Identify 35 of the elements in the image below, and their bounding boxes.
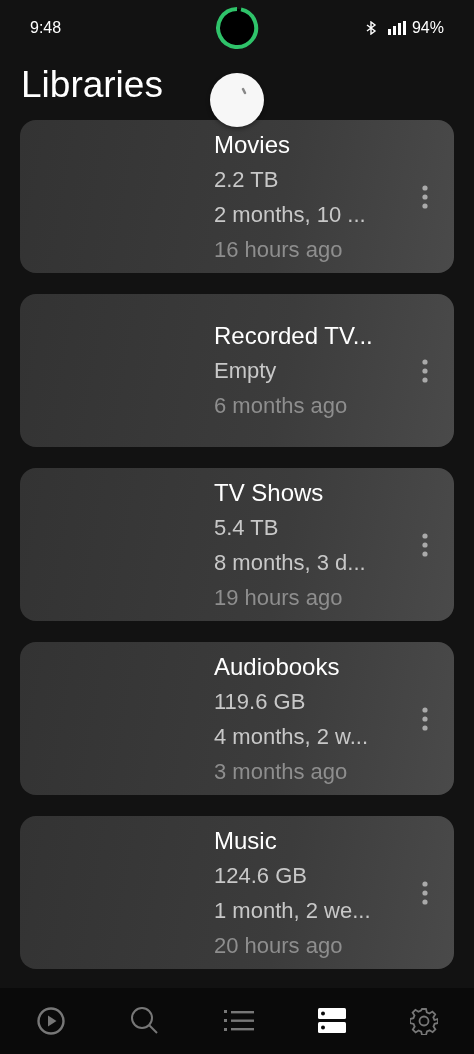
more-options-icon[interactable] [422,880,428,905]
last-updated-time: 20 hours ago [214,931,343,960]
last-updated-time: 16 hours ago [214,235,343,264]
library-duration: 4 months, 2 w... [214,722,369,751]
library-name: TV Shows [214,477,324,508]
library-card[interactable]: TV Shows 5.4 TB 8 months, 3 d... 19 hours ago [20,468,454,621]
last-updated-time: 3 months ago [214,757,348,786]
library-size: 119.6 GB [214,687,306,716]
library-duration: 8 months, 3 d... [214,548,366,577]
page-title: Libraries [21,63,163,107]
library-name: Movies [214,129,291,160]
more-options-icon[interactable] [422,706,428,731]
last-updated-time: 6 months ago [214,392,348,420]
library-card[interactable]: Music 124.6 GB 1 month, 2 we... 20 hours ago [20,816,454,969]
library-duration: 1 month, 2 we... [214,896,371,925]
more-options-icon[interactable] [422,184,428,209]
library-name: Music [214,825,277,856]
library-size: 2.2 TB [214,165,279,194]
library-size: Empty [214,357,277,385]
battery-level: 94% [411,18,444,37]
library-size: 5.4 TB [214,513,279,542]
library-size: 124.6 GB [214,861,307,890]
ring-icon [214,5,260,51]
library-card[interactable]: Recorded TV... Empty 6 months ago [20,294,454,447]
library-card[interactable]: Audiobooks 119.6 GB 4 months, 2 w... 3 months ago [20,642,454,795]
library-name: Audiobooks [214,651,340,682]
library-name: Recorded TV... [214,321,373,351]
refresh-spinner-icon [210,73,264,127]
library-card[interactable]: Movies 2.2 TB 2 months, 10 ... 16 hours ago [20,120,454,273]
bluetooth-icon [365,20,378,35]
more-options-icon[interactable] [422,532,428,557]
library-duration: 2 months, 10 ... [214,200,366,229]
clock-time: 9:48 [30,18,62,37]
more-options-icon[interactable] [422,358,428,383]
last-updated-time: 19 hours ago [214,583,343,612]
